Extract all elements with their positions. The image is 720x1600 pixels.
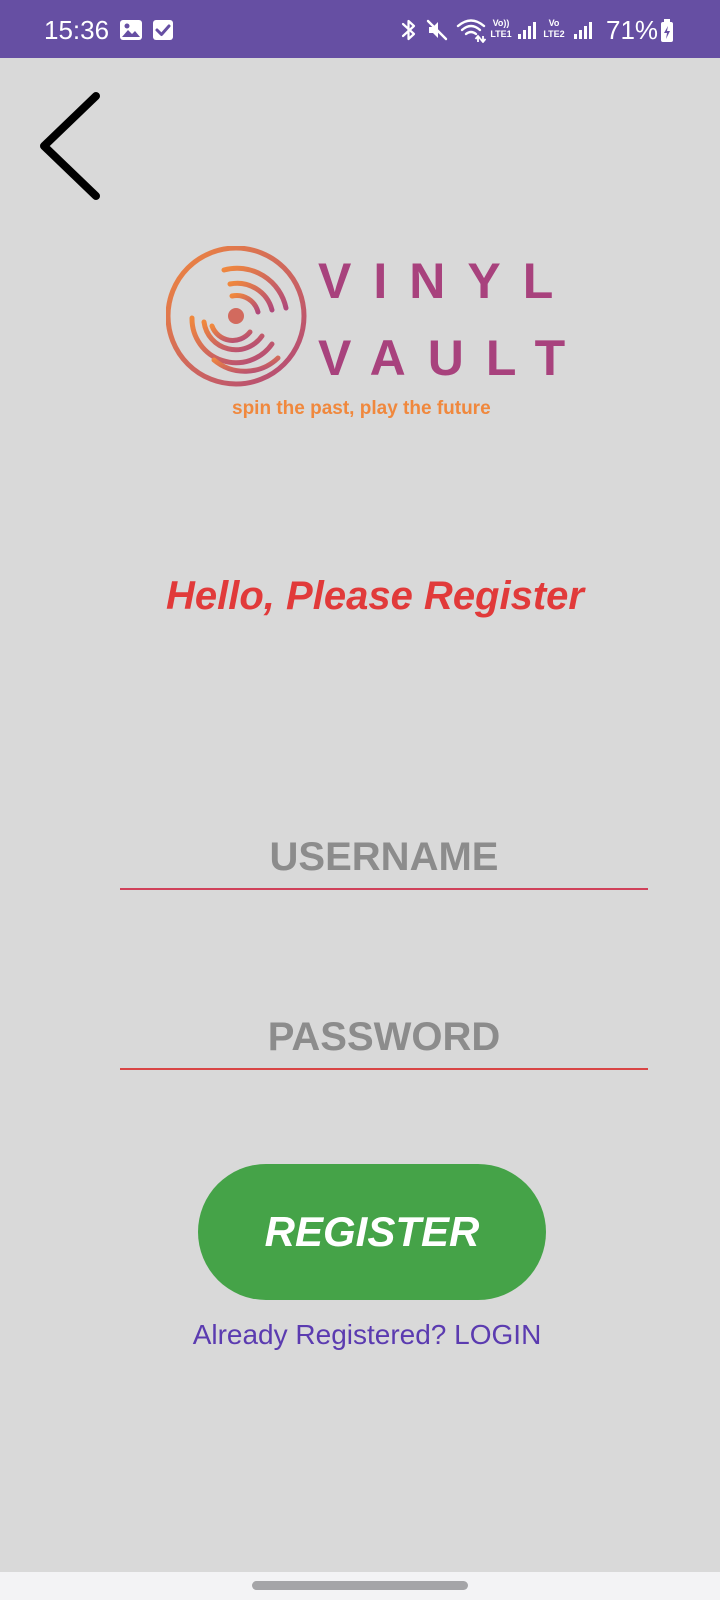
vinyl-vault-logo-mark	[166, 246, 307, 387]
status-time: 15:36	[44, 15, 110, 45]
sim1-label-bottom: LTE1	[490, 29, 512, 39]
logo-title-line-1: VINYL	[318, 253, 576, 309]
mute-icon	[426, 19, 448, 41]
greeting-heading: Hello, Please Register	[166, 574, 584, 618]
checkbox-icon	[153, 20, 173, 40]
status-bar: 15:36 Vo)) LTE1 Vo LTE2 71%	[0, 0, 720, 58]
logo-title-line-2: VAULT	[318, 330, 588, 386]
signal-icon	[574, 22, 592, 39]
username-input[interactable]	[120, 826, 648, 890]
gallery-icon	[120, 20, 142, 40]
sim2-label-bottom: LTE2	[543, 29, 565, 39]
navigation-bar	[0, 1572, 720, 1600]
wifi-icon	[456, 19, 486, 43]
signal-icon	[518, 22, 536, 39]
sim1-label-top: Vo))	[492, 18, 510, 28]
register-button[interactable]: REGISTER	[198, 1164, 546, 1300]
back-button[interactable]	[30, 86, 110, 210]
chevron-left-icon	[40, 92, 100, 200]
battery-icon	[661, 19, 673, 42]
login-link[interactable]: Already Registered? LOGIN	[0, 1318, 720, 1352]
password-input[interactable]	[120, 1006, 648, 1070]
battery-percentage: 71%	[606, 15, 659, 45]
sim2-label-top: Vo	[548, 18, 560, 28]
logo-tagline: spin the past, play the future	[232, 398, 491, 419]
bluetooth-icon	[401, 19, 416, 41]
home-gesture-handle[interactable]	[252, 1581, 468, 1590]
